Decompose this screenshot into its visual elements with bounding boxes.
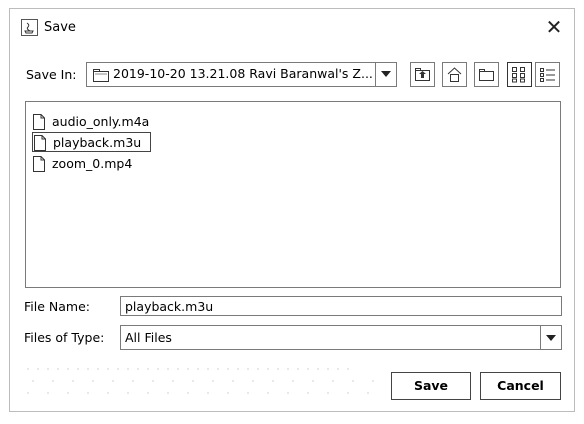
file-name-input[interactable] bbox=[120, 296, 562, 316]
home-button[interactable] bbox=[442, 62, 467, 87]
title-bar: Save ✕ bbox=[10, 9, 574, 47]
chevron-down-icon bbox=[546, 335, 556, 341]
files-of-type-dropdown-button[interactable] bbox=[540, 326, 561, 349]
save-in-label: Save In: bbox=[26, 67, 77, 82]
file-icon bbox=[33, 156, 45, 172]
file-name-label: File Name: bbox=[24, 299, 90, 314]
list-view-button[interactable] bbox=[507, 62, 532, 87]
files-of-type-value: All Files bbox=[125, 330, 172, 345]
current-folder-text: 2019-10-20 13.21.08 Ravi Baranwal's Z... bbox=[113, 66, 373, 81]
list-item-selected[interactable]: playback.m3u bbox=[32, 132, 151, 152]
list-item[interactable]: zoom_0.mp4 bbox=[32, 154, 182, 174]
java-app-icon bbox=[21, 19, 38, 36]
files-of-type-label: Files of Type: bbox=[24, 330, 105, 345]
up-one-level-button[interactable] bbox=[410, 62, 435, 87]
up-folder-icon bbox=[415, 68, 430, 81]
folder-icon bbox=[93, 69, 109, 82]
file-icon bbox=[33, 114, 45, 130]
details-view-button[interactable] bbox=[535, 62, 560, 87]
close-icon[interactable]: ✕ bbox=[544, 17, 564, 37]
save-dialog: Save ✕ Save In: 2019-10-20 13.21.08 Ravi… bbox=[9, 8, 575, 412]
file-name: playback.m3u bbox=[53, 135, 142, 150]
new-folder-icon bbox=[479, 69, 494, 81]
save-button[interactable]: Save bbox=[391, 372, 471, 400]
file-list[interactable]: audio_only.m4a playback.m3u zoom_0.mp4 bbox=[25, 101, 561, 288]
save-in-dropdown-button[interactable] bbox=[375, 63, 396, 86]
window-title: Save bbox=[44, 20, 76, 35]
new-folder-button[interactable] bbox=[474, 62, 499, 87]
home-icon bbox=[447, 67, 462, 82]
cancel-button[interactable]: Cancel bbox=[480, 372, 561, 400]
list-view-icon bbox=[512, 67, 525, 83]
file-icon bbox=[34, 135, 46, 151]
list-item[interactable]: audio_only.m4a bbox=[32, 112, 182, 132]
details-view-icon bbox=[540, 68, 555, 82]
files-of-type-select[interactable]: All Files bbox=[120, 325, 562, 350]
chevron-down-icon bbox=[381, 71, 391, 77]
file-name: audio_only.m4a bbox=[52, 114, 150, 129]
file-name: zoom_0.mp4 bbox=[52, 156, 133, 171]
save-in-combobox[interactable]: 2019-10-20 13.21.08 Ravi Baranwal's Z... bbox=[86, 62, 397, 87]
decorative-dotted-area bbox=[27, 368, 374, 394]
